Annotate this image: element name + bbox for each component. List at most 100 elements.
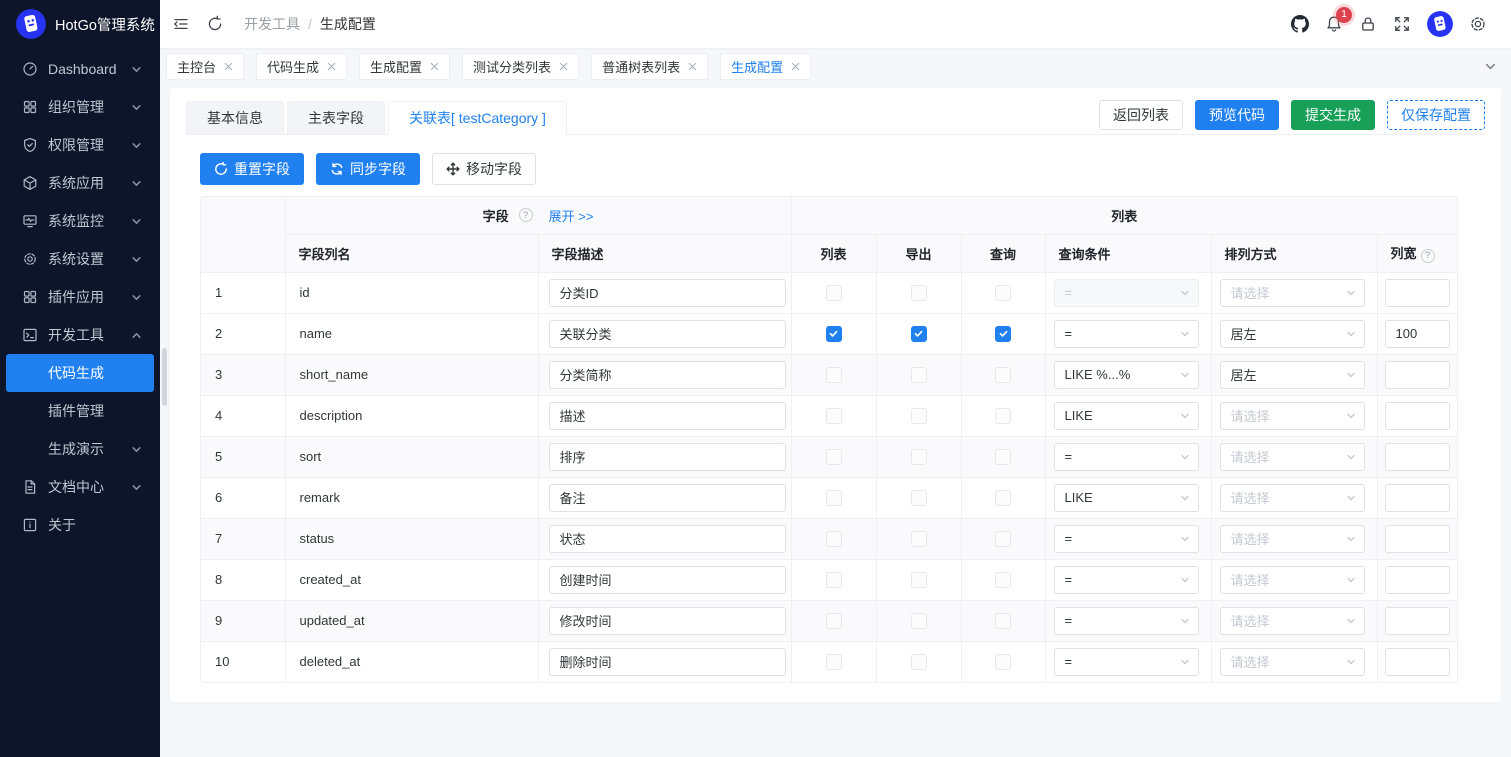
save-config-only-button[interactable]: 仅保存配置 [1387,100,1485,130]
query-checkbox[interactable] [995,326,1011,342]
query-condition-select[interactable]: = [1054,320,1199,348]
export-checkbox[interactable] [911,449,927,465]
query-condition-select[interactable]: = [1054,648,1199,676]
export-checkbox[interactable] [911,654,927,670]
align-select[interactable]: 请选择 [1220,484,1365,512]
column-width-input[interactable] [1385,361,1451,389]
sidebar-item-system-apps[interactable]: 系统应用 [6,164,154,202]
list-checkbox[interactable] [826,490,842,506]
column-width-input[interactable] [1385,320,1451,348]
field-desc-input[interactable] [549,648,786,676]
refresh-icon[interactable] [206,15,224,33]
field-desc-input[interactable] [549,525,786,553]
column-width-input[interactable] [1385,402,1451,430]
subtab-relation-table[interactable]: 关联表[ testCategory ] [388,101,567,135]
align-select[interactable]: 请选择 [1220,566,1365,594]
sidebar-item-gen-demo[interactable]: 生成演示 [6,430,154,468]
list-checkbox[interactable] [826,531,842,547]
close-icon[interactable] [688,62,697,71]
list-checkbox[interactable] [826,654,842,670]
query-checkbox[interactable] [995,531,1011,547]
preview-code-button[interactable]: 预览代码 [1195,100,1279,130]
field-desc-input[interactable] [549,566,786,594]
query-checkbox[interactable] [995,654,1011,670]
tab-gen-config-1[interactable]: 生成配置 [359,53,450,80]
move-fields-button[interactable]: 移动字段 [432,153,536,185]
sidebar-item-permission[interactable]: 权限管理 [6,126,154,164]
query-condition-select[interactable]: = [1054,443,1199,471]
collapse-menu-icon[interactable] [172,15,190,33]
query-condition-select[interactable]: = [1054,566,1199,594]
list-checkbox[interactable] [826,285,842,301]
github-icon[interactable] [1291,15,1309,33]
query-checkbox[interactable] [995,408,1011,424]
sync-fields-button[interactable]: 同步字段 [316,153,420,185]
subtab-basic-info[interactable]: 基本信息 [186,101,284,135]
export-checkbox[interactable] [911,613,927,629]
close-icon[interactable] [430,62,439,71]
reset-fields-button[interactable]: 重置字段 [200,153,304,185]
avatar[interactable] [1427,11,1453,37]
breadcrumb-section[interactable]: 开发工具 [244,14,300,34]
fullscreen-icon[interactable] [1393,15,1411,33]
query-checkbox[interactable] [995,367,1011,383]
list-checkbox[interactable] [826,326,842,342]
close-icon[interactable] [791,62,800,71]
column-width-input[interactable] [1385,443,1451,471]
align-select[interactable]: 居左 [1220,361,1365,389]
sidebar-item-dev-tools[interactable]: 开发工具 [6,316,154,354]
column-width-input[interactable] [1385,566,1451,594]
close-icon[interactable] [327,62,336,71]
settings-gear-icon[interactable] [1469,15,1487,33]
query-condition-select[interactable]: = [1054,607,1199,635]
field-desc-input[interactable] [549,320,786,348]
notification-bell-icon[interactable]: 1 [1325,15,1343,33]
column-width-input[interactable] [1385,648,1451,676]
sidebar-item-dashboard[interactable]: Dashboard [6,50,154,88]
query-checkbox[interactable] [995,572,1011,588]
field-desc-input[interactable] [549,402,786,430]
export-checkbox[interactable] [911,490,927,506]
column-width-input[interactable] [1385,525,1451,553]
sidebar-item-code-generation[interactable]: 代码生成 [6,354,154,392]
query-checkbox[interactable] [995,449,1011,465]
tab-code-generation[interactable]: 代码生成 [256,53,347,80]
field-desc-input[interactable] [549,607,786,635]
field-desc-input[interactable] [549,484,786,512]
align-select[interactable]: 请选择 [1220,525,1365,553]
list-checkbox[interactable] [826,613,842,629]
tab-test-category-list[interactable]: 测试分类列表 [462,53,579,80]
lock-icon[interactable] [1359,15,1377,33]
close-icon[interactable] [224,62,233,71]
align-select[interactable]: 请选择 [1220,402,1365,430]
list-checkbox[interactable] [826,449,842,465]
query-condition-select[interactable]: LIKE %...% [1054,361,1199,389]
align-select[interactable]: 请选择 [1220,279,1365,307]
sidebar-item-doc-center[interactable]: 文档中心 [6,468,154,506]
app-logo[interactable]: HotGo管理系统 [0,0,160,48]
export-checkbox[interactable] [911,326,927,342]
query-checkbox[interactable] [995,490,1011,506]
export-checkbox[interactable] [911,285,927,301]
tab-tree-table-list[interactable]: 普通树表列表 [591,53,708,80]
export-checkbox[interactable] [911,572,927,588]
column-width-input[interactable] [1385,484,1451,512]
back-to-list-button[interactable]: 返回列表 [1099,100,1183,130]
list-checkbox[interactable] [826,572,842,588]
tabs-collapse-icon[interactable] [1484,60,1497,73]
field-desc-input[interactable] [549,279,786,307]
submit-generate-button[interactable]: 提交生成 [1291,100,1375,130]
sidebar-item-system-monitor[interactable]: 系统监控 [6,202,154,240]
align-select[interactable]: 请选择 [1220,648,1365,676]
sidebar-item-about[interactable]: 关于 [6,506,154,544]
export-checkbox[interactable] [911,367,927,383]
align-select[interactable]: 请选择 [1220,607,1365,635]
query-condition-select[interactable]: = [1054,525,1199,553]
field-desc-input[interactable] [549,361,786,389]
query-checkbox[interactable] [995,285,1011,301]
subtab-main-table-fields[interactable]: 主表字段 [287,101,385,135]
sidebar-scrollbar-thumb[interactable] [162,348,167,406]
query-checkbox[interactable] [995,613,1011,629]
export-checkbox[interactable] [911,531,927,547]
align-select[interactable]: 请选择 [1220,443,1365,471]
